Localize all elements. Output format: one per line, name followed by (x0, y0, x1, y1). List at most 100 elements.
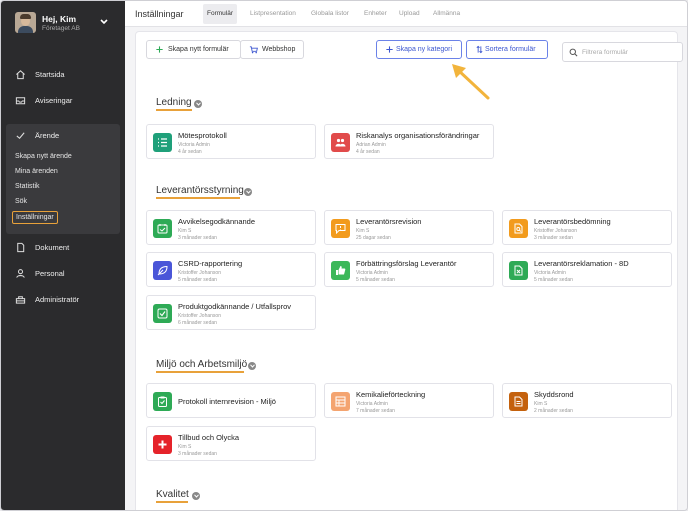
form-card-kemikalieforteckning[interactable]: Kemikalieförteckning Victoria Admin 7 må… (324, 383, 494, 418)
card-author: Kristoffer Johanson (534, 228, 577, 234)
form-card-tillbud-och-olycka[interactable]: Tillbud och Olycka Kim S 3 månader sedan (146, 426, 316, 461)
webshop-button[interactable]: Webbshop (240, 40, 304, 59)
sidebar-item-personal[interactable]: Personal (1, 263, 125, 285)
subitem-installningar[interactable]: Inställningar (12, 211, 58, 224)
plus-icon (153, 435, 172, 454)
home-icon (16, 70, 25, 80)
card-title: Riskanalys organisationsförändringar (356, 131, 480, 140)
card-author: Victoria Admin (356, 401, 388, 407)
person-icon (16, 269, 25, 278)
card-author: Kim S (534, 401, 548, 407)
tab-listpresentation[interactable]: Listpresentation (246, 4, 300, 24)
card-author: Victoria Admin (178, 142, 210, 148)
card-title: Avvikelsegodkännande (178, 217, 256, 226)
group-icon (331, 133, 350, 152)
subitem-statistik[interactable]: Statistik (15, 183, 40, 190)
filter-forms-input[interactable] (582, 46, 678, 59)
card-title: Leverantörsreklamation - 8D (534, 259, 629, 268)
card-date: 5 månader sedan (178, 277, 217, 283)
sidebar-item-startsida[interactable]: Startsida (1, 64, 125, 86)
form-card-motesprotokoll[interactable]: Mötesprotokoll Victoria Admin 4 år sedan (146, 124, 316, 159)
collapse-toggle-leverantorsstyrning[interactable] (244, 188, 252, 196)
thumbs-up-icon (331, 261, 350, 280)
sidebar: Hej, Kim Företaget AB Startsida Aviserin… (1, 1, 125, 510)
check-icon (16, 132, 25, 140)
subitem-skapa-nytt-arende[interactable]: Skapa nytt ärende (15, 153, 72, 160)
card-title: Skyddsrond (534, 390, 574, 399)
calendar-check-icon (153, 219, 172, 238)
form-card-csrd-rapportering[interactable]: CSRD-rapportering Kristoffer Johanson 5 … (146, 252, 316, 287)
subitem-mina-arenden[interactable]: Mina ärenden (15, 168, 58, 175)
chevron-down-icon (245, 190, 251, 194)
card-date: 25 dagar sedan (356, 235, 391, 241)
section-title-ledning: Ledning (156, 97, 192, 111)
form-card-leverantorsreklamation[interactable]: Leverantörsreklamation - 8D Victoria Adm… (502, 252, 672, 287)
card-author: Kristoffer Johanson (178, 313, 221, 319)
filter-forms-field[interactable] (562, 42, 683, 62)
card-date: 5 månader sedan (534, 277, 573, 283)
section-title-leverantorsstyrning: Leverantörsstyrning (156, 185, 244, 199)
annotation-arrow-icon (452, 64, 490, 100)
clipboard-check-icon (153, 392, 172, 411)
sidebar-item-label: Startsida (35, 70, 65, 79)
sidebar-item-dokument[interactable]: Dokument (1, 237, 125, 259)
card-date: 7 månader sedan (356, 408, 395, 414)
sidebar-item-arende[interactable]: Ärende (1, 125, 125, 147)
sidebar-item-label: Administratör (35, 295, 80, 304)
card-author: Kim S (356, 228, 370, 234)
collapse-toggle-miljo[interactable] (248, 362, 256, 370)
card-title: Förbättringsförslag Leverantör (356, 259, 457, 268)
create-form-button[interactable]: Skapa nytt formulär (146, 40, 241, 59)
sort-forms-button[interactable]: Sortera formulär (466, 40, 548, 59)
card-title: Leverantörsbedömning (534, 217, 611, 226)
form-card-produktgodkannande[interactable]: Produktgodkännande / Utfallsprov Kristof… (146, 295, 316, 330)
form-card-leverantorsbedomning[interactable]: Leverantörsbedömning Kristoffer Johanson… (502, 210, 672, 245)
user-menu[interactable]: Hej, Kim Företaget AB (15, 12, 115, 36)
main-content: Skapa nytt formulär Webbshop Skapa ny ka… (125, 27, 687, 510)
sidebar-item-label: Dokument (35, 243, 70, 252)
chevron-down-icon (249, 364, 255, 368)
chevron-down-icon[interactable] (99, 18, 109, 26)
tab-globala-listor[interactable]: Globala listor (307, 4, 353, 24)
list-icon (153, 133, 172, 152)
card-author: Victoria Admin (356, 270, 388, 276)
search-icon (569, 48, 578, 57)
form-card-avvikelsegodkannande[interactable]: Avvikelsegodkännande Kim S 3 månader sed… (146, 210, 316, 245)
card-title: Mötesprotokoll (178, 131, 227, 140)
card-title: Tillbud och Olycka (178, 433, 239, 442)
card-date: 4 år sedan (178, 149, 202, 155)
tab-enheter[interactable]: Enheter (360, 4, 391, 24)
card-title: Produktgodkännande / Utfallsprov (178, 302, 291, 311)
card-author: Kim S (178, 444, 192, 450)
form-card-riskanalys[interactable]: Riskanalys organisationsförändringar Adr… (324, 124, 494, 159)
card-date: 4 år sedan (356, 149, 380, 155)
document-icon (17, 242, 25, 253)
card-date: 3 månader sedan (534, 235, 573, 241)
inbox-icon (15, 97, 26, 105)
collapse-toggle-kvalitet[interactable] (192, 492, 200, 500)
tab-allmanna[interactable]: Allmänna (429, 4, 464, 24)
tab-upload[interactable]: Upload (395, 4, 424, 24)
card-title: CSRD-rapportering (178, 259, 243, 268)
forms-panel: Skapa nytt formulär Webbshop Skapa ny ka… (135, 31, 683, 510)
subitem-sok[interactable]: Sök (15, 198, 27, 205)
sidebar-item-label: Ärende (35, 131, 60, 140)
card-author: Kristoffer Johanson (178, 270, 221, 276)
collapse-toggle-ledning[interactable] (194, 100, 202, 108)
create-category-button[interactable]: Skapa ny kategori (376, 40, 462, 59)
form-card-leverantorsrevision[interactable]: Leverantörsrevision Kim S 25 dagar sedan (324, 210, 494, 245)
checkbox-icon (153, 304, 172, 323)
section-title-kvalitet: Kvalitet (156, 489, 189, 503)
admin-icon (15, 296, 26, 304)
card-title: Protokoll internrevision - Miljö (178, 397, 276, 406)
chevron-down-icon (195, 102, 201, 106)
sidebar-item-administrator[interactable]: Administratör (1, 289, 125, 311)
tab-formular[interactable]: Formulär (203, 4, 238, 24)
form-card-forbattringsforslag[interactable]: Förbättringsförslag Leverantör Victoria … (324, 252, 494, 287)
card-date: 3 månader sedan (178, 451, 217, 457)
form-card-protokoll-internrevision[interactable]: Protokoll internrevision - Miljö (146, 383, 316, 418)
user-name: Hej, Kim (42, 14, 77, 24)
sidebar-item-aviseringar[interactable]: Aviseringar (1, 90, 125, 112)
form-card-skyddsrond[interactable]: Skyddsrond Kim S 2 månader sedan (502, 383, 672, 418)
document-text-icon (509, 392, 528, 411)
